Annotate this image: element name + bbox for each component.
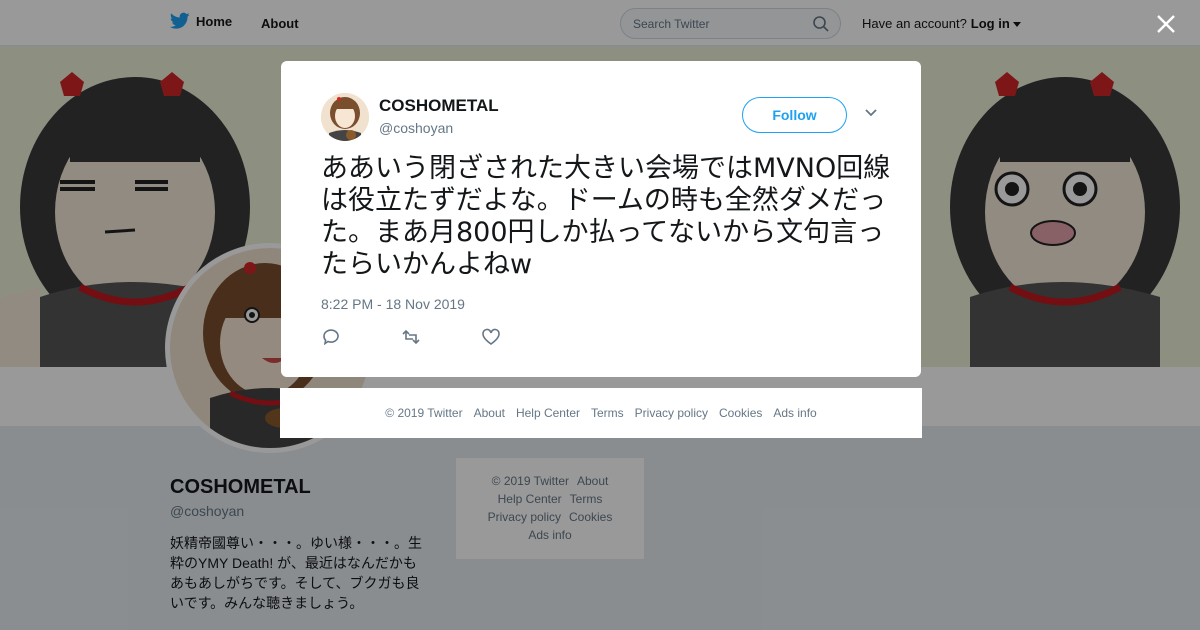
chevron-down-icon[interactable] bbox=[864, 108, 878, 118]
reply-icon[interactable] bbox=[321, 327, 341, 347]
modal-footer-about-link[interactable]: About bbox=[474, 406, 505, 420]
tweet-avatar[interactable] bbox=[321, 93, 369, 141]
tweet-modal: COSHOMETAL @coshoyan Follow ああいう閉ざされた大きい… bbox=[281, 61, 921, 377]
tweet-actions bbox=[321, 327, 501, 347]
close-icon[interactable] bbox=[1154, 12, 1178, 36]
modal-footer-terms-link[interactable]: Terms bbox=[591, 406, 624, 420]
modal-footer: © 2019 Twitter About Help Center Terms P… bbox=[280, 388, 922, 438]
tweet-author-handle[interactable]: @coshoyan bbox=[379, 120, 453, 136]
tweet-author-name[interactable]: COSHOMETAL bbox=[379, 96, 499, 116]
modal-footer-help-link[interactable]: Help Center bbox=[516, 406, 580, 420]
modal-footer-privacy-link[interactable]: Privacy policy bbox=[635, 406, 708, 420]
tweet-avatar-illustration bbox=[321, 93, 369, 141]
follow-button[interactable]: Follow bbox=[742, 97, 847, 133]
modal-footer-ads-link[interactable]: Ads info bbox=[773, 406, 816, 420]
tweet-text: ああいう閉ざされた大きい会場ではMVNO回線は役立たずだよな。ドームの時も全然ダ… bbox=[321, 153, 891, 280]
like-icon[interactable] bbox=[481, 327, 501, 347]
modal-footer-cookies-link[interactable]: Cookies bbox=[719, 406, 762, 420]
tweet-timestamp[interactable]: 8:22 PM - 18 Nov 2019 bbox=[321, 296, 465, 312]
modal-footer-copyright: © 2019 Twitter bbox=[385, 406, 463, 420]
retweet-icon[interactable] bbox=[401, 327, 421, 347]
